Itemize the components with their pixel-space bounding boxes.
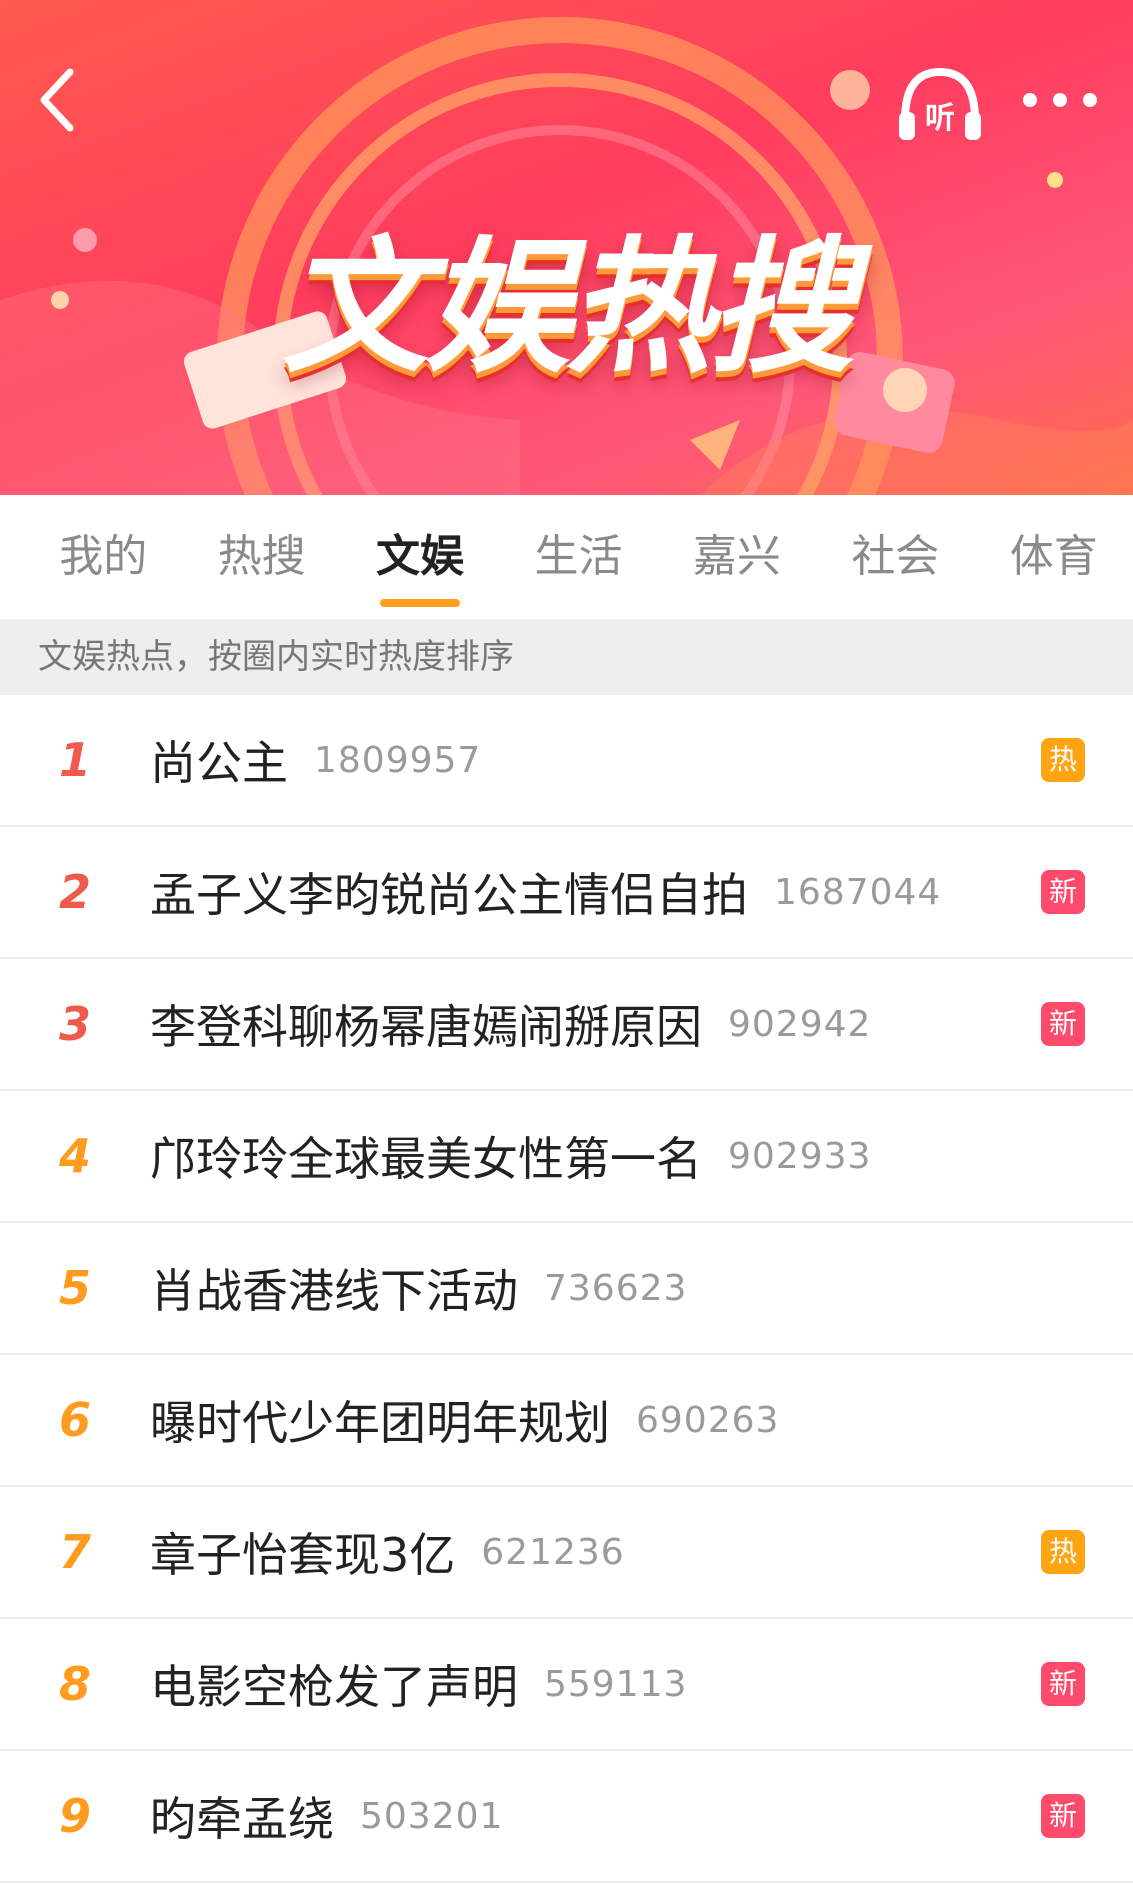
list-item[interactable]: 5 肖战香港线下活动 736623 bbox=[0, 1223, 1133, 1355]
list-item[interactable]: 9 昀牵孟绕 503201 新 bbox=[0, 1751, 1133, 1883]
list-subtitle: 文娱热点，按圈内实时热度排序 bbox=[0, 619, 1133, 695]
tab-society[interactable]: 社会 bbox=[816, 495, 974, 619]
item-title: 李登科聊杨幂唐嫣闹掰原因 bbox=[150, 1000, 702, 1054]
list-item[interactable]: 1 尚公主 1809957 热 bbox=[0, 695, 1133, 827]
hot-badge: 热 bbox=[1041, 1530, 1085, 1574]
banner-title: 文娱热搜 bbox=[282, 223, 855, 393]
tab-label: 热搜 bbox=[217, 531, 306, 582]
list-item[interactable]: 8 电影空枪发了声明 559113 新 bbox=[0, 1619, 1133, 1751]
list-item[interactable]: 3 李登科聊杨幂唐嫣闹掰原因 902942 新 bbox=[0, 959, 1133, 1091]
new-badge: 新 bbox=[1041, 1002, 1085, 1046]
hot-badge: 热 bbox=[1041, 738, 1085, 782]
item-title: 章子怡套现3亿 bbox=[150, 1528, 456, 1582]
rank-number: 9 bbox=[58, 1789, 91, 1843]
new-badge: 新 bbox=[1041, 1794, 1085, 1838]
more-dots-icon bbox=[1023, 93, 1097, 107]
list-item[interactable]: 7 章子怡套现3亿 621236 热 bbox=[0, 1487, 1133, 1619]
heat-count: 559113 bbox=[544, 1663, 688, 1705]
tab-life[interactable]: 生活 bbox=[499, 495, 657, 619]
rank-number: 7 bbox=[58, 1525, 91, 1579]
tab-label: 体育 bbox=[1009, 531, 1098, 582]
new-badge: 新 bbox=[1041, 1662, 1085, 1706]
tab-mine[interactable]: 我的 bbox=[24, 495, 182, 619]
hot-search-list: 1 尚公主 1809957 热 2 孟子义李昀锐尚公主情侣自拍 1687044 … bbox=[0, 695, 1133, 1883]
heat-count: 736623 bbox=[544, 1267, 688, 1309]
active-tab-indicator bbox=[380, 599, 461, 607]
tab-jiaxing[interactable]: 嘉兴 bbox=[658, 495, 816, 619]
rank-number: 3 bbox=[58, 997, 91, 1051]
tab-label: 我的 bbox=[59, 531, 148, 582]
more-button[interactable] bbox=[1010, 80, 1110, 120]
tab-label: 社会 bbox=[851, 531, 940, 582]
list-item[interactable]: 6 曝时代少年团明年规划 690263 bbox=[0, 1355, 1133, 1487]
listen-button[interactable]: 听 bbox=[895, 60, 985, 150]
item-title: 肖战香港线下活动 bbox=[150, 1264, 518, 1318]
tab-label: 生活 bbox=[534, 531, 623, 582]
list-item[interactable]: 4 邝玲玲全球最美女性第一名 902933 bbox=[0, 1091, 1133, 1223]
tab-label: 文娱 bbox=[376, 531, 465, 582]
list-item[interactable]: 2 孟子义李昀锐尚公主情侣自拍 1687044 新 bbox=[0, 827, 1133, 959]
listen-label: 听 bbox=[925, 101, 955, 136]
heat-count: 1687044 bbox=[774, 871, 942, 913]
heat-count: 503201 bbox=[360, 1795, 504, 1837]
headphones-icon: 听 bbox=[899, 67, 981, 140]
tab-entertainment[interactable]: 文娱 bbox=[341, 495, 499, 619]
tab-sports[interactable]: 体育 bbox=[975, 495, 1133, 619]
heat-count: 1809957 bbox=[314, 739, 482, 781]
rank-number: 4 bbox=[58, 1129, 91, 1183]
heat-count: 902942 bbox=[728, 1003, 872, 1045]
item-title: 孟子义李昀锐尚公主情侣自拍 bbox=[150, 868, 748, 922]
chevron-left-icon bbox=[40, 68, 74, 132]
item-title: 电影空枪发了声明 bbox=[150, 1660, 518, 1714]
heat-count: 690263 bbox=[636, 1399, 780, 1441]
tab-hot-search[interactable]: 热搜 bbox=[182, 495, 340, 619]
rank-number: 2 bbox=[58, 865, 91, 919]
back-button[interactable] bbox=[30, 60, 90, 140]
rank-number: 6 bbox=[58, 1393, 91, 1447]
rank-number: 8 bbox=[58, 1657, 91, 1711]
item-title: 曝时代少年团明年规划 bbox=[150, 1396, 610, 1450]
category-tabs: 我的 热搜 文娱 生活 嘉兴 社会 体育 bbox=[0, 495, 1133, 619]
tab-label: 嘉兴 bbox=[692, 531, 781, 582]
heat-count: 902933 bbox=[728, 1135, 872, 1177]
rank-number: 1 bbox=[58, 733, 91, 787]
item-title: 昀牵孟绕 bbox=[150, 1792, 334, 1846]
new-badge: 新 bbox=[1041, 870, 1085, 914]
item-title: 尚公主 bbox=[150, 736, 288, 790]
item-title: 邝玲玲全球最美女性第一名 bbox=[150, 1132, 702, 1186]
rank-number: 5 bbox=[58, 1261, 91, 1315]
heat-count: 621236 bbox=[481, 1531, 625, 1573]
header-banner: 听 文娱热搜 bbox=[0, 0, 1133, 495]
